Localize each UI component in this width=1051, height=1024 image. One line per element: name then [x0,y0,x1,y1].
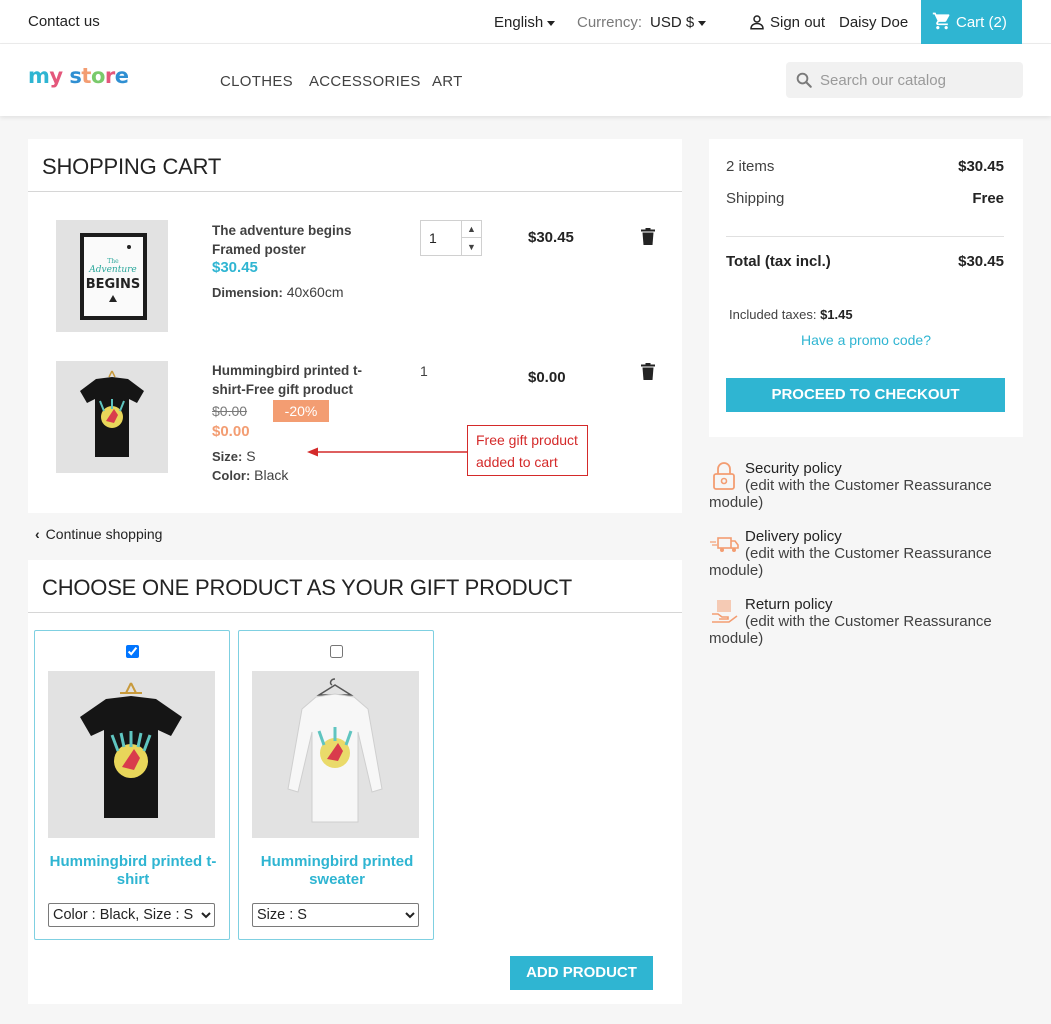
nav-art[interactable]: ART [432,73,463,90]
reassurance-delivery: Delivery policy (edit with the Customer … [709,528,992,579]
divider [28,612,682,613]
trash-icon[interactable] [641,228,655,245]
svg-text:Adventure: Adventure [88,265,137,275]
cart-item-size: Size: S [212,448,256,464]
cart-title: SHOPPING CART [42,154,222,179]
top-bar: Contact us English Currency: USD $ Sign … [0,0,1051,44]
summary-total-label: Total (tax incl.) [726,253,831,270]
black-tshirt-image [56,361,168,473]
continue-shopping-link[interactable]: ‹ Continue shopping [35,526,162,542]
store-logo[interactable]: my store [28,64,129,88]
gift-select-checkbox[interactable] [126,645,139,658]
reassurance-security: Security policy (edit with the Customer … [709,460,992,511]
sign-out-link[interactable]: Sign out [770,14,825,31]
cart-item-name[interactable]: The adventure begins Framed poster [212,221,352,259]
product-image-poster[interactable]: The Adventure BEGINS [56,220,168,332]
free-gift-annotation: Free gift product added to cart [467,425,588,476]
nav-accessories[interactable]: ACCESSORIES [309,73,421,90]
cart-item-total: $30.45 [528,229,574,246]
divider [726,236,1004,237]
cart-item-price: $30.45 [212,259,258,276]
trash-icon[interactable] [641,363,655,380]
chevron-down-icon[interactable]: ▼ [462,238,481,255]
summary-items-value: $30.45 [958,158,1004,175]
summary-shipping-value: Free [972,190,1004,207]
stepper-buttons: ▲ ▼ [461,221,481,255]
promo-code-link[interactable]: Have a promo code? [709,332,1023,348]
chevron-left-icon: ‹ [35,526,40,542]
add-product-button[interactable]: ADD PRODUCT [510,956,653,990]
search-box [786,62,1023,98]
cart-button[interactable]: Cart (2) [921,0,1022,44]
gift-product-name[interactable]: Hummingbird printed sweater [247,853,427,889]
currency-selector[interactable]: USD $ [650,14,707,31]
cart-item-old-price: $0.00 [212,403,248,419]
cart-icon [932,12,950,30]
annotation-arrow-icon [307,447,467,457]
white-sweater-image [252,671,419,838]
discount-badge: -20% [273,400,329,422]
truck-icon [710,537,739,552]
user-icon [750,15,764,30]
search-icon[interactable] [795,71,813,89]
svg-text:BEGINS: BEGINS [86,277,141,292]
product-image-tshirt[interactable] [56,361,168,473]
gift-product-name[interactable]: Hummingbird printed t-shirt [43,853,223,889]
divider [28,191,682,192]
cart-label: Cart (2) [956,14,1007,31]
chevron-up-icon[interactable]: ▲ [462,221,481,238]
nav-clothes[interactable]: CLOTHES [220,73,293,90]
framed-poster-image: The Adventure BEGINS [56,220,168,332]
language-label: English [494,14,544,31]
gift-product-image [48,671,215,838]
cart-item-total: $0.00 [528,369,566,386]
summary-total-row: Total (tax incl.) $30.45 [726,253,1004,270]
cart-item-quantity: 1 [420,363,428,379]
summary-items-row: 2 items $30.45 [726,158,1004,175]
caret-down-icon [547,20,556,26]
cart-item-price: $0.00 [212,423,250,440]
gift-variant-select[interactable]: Color : Black, Size : S [48,903,215,927]
cart-summary-panel: 2 items $30.45 Shipping Free Total (tax in… [709,139,1023,437]
cart-item-attribute: Dimension: 40x60cm [212,284,344,300]
currency-value: USD $ [650,14,695,31]
language-selector[interactable]: English [494,14,556,31]
reassurance-return: Return policy (edit with the Customer Re… [709,596,992,647]
gift-product-panel: CHOOSE ONE PRODUCT AS YOUR GIFT PRODUCT … [28,560,682,1004]
quantity-stepper: ▲ ▼ [420,220,482,256]
main-header: my store CLOTHES ACCESSORIES ART [0,44,1051,116]
account-link[interactable]: Daisy Doe [839,14,908,31]
contact-us-link[interactable]: Contact us [28,13,100,30]
gift-product-image [252,671,419,838]
svg-text:The: The [107,258,119,265]
cart-item-color: Color: Black [212,467,289,483]
gift-select-checkbox[interactable] [330,645,343,658]
currency-label: Currency: [577,14,643,31]
gift-variant-select[interactable]: Size : S [252,903,419,927]
summary-items-label: 2 items [726,158,775,175]
summary-shipping-label: Shipping [726,190,785,207]
proceed-to-checkout-button[interactable]: PROCEED TO CHECKOUT [726,378,1005,412]
return-box-icon [712,600,738,623]
gift-product-card[interactable]: Hummingbird printed sweater Size : S [238,630,434,940]
gift-product-card[interactable]: Hummingbird printed t-shirt Color : Blac… [34,630,230,940]
cart-item-name[interactable]: Hummingbird printed t-shirt-Free gift pr… [212,361,362,399]
summary-total-value: $30.45 [958,253,1004,270]
summary-shipping-row: Shipping Free [726,190,1004,207]
search-input[interactable] [820,62,1015,98]
black-tshirt-image [48,671,215,838]
quantity-input[interactable] [421,221,462,255]
caret-down-icon [698,20,707,26]
included-taxes: Included taxes: $1.45 [729,307,853,322]
lock-icon [713,462,735,490]
gift-title: CHOOSE ONE PRODUCT AS YOUR GIFT PRODUCT [42,575,573,600]
